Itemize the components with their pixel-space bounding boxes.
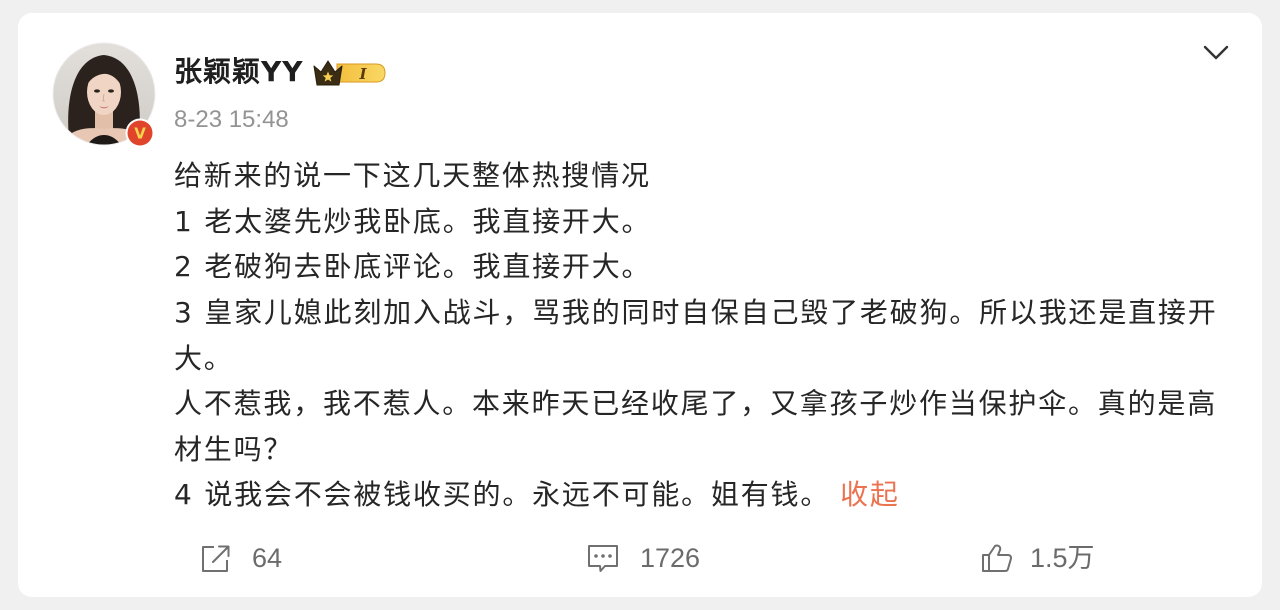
like-count: 1.5万 [1030, 543, 1095, 573]
post-paragraph: 给新来的说一下这几天整体热搜情况 [174, 159, 651, 193]
verified-badge-icon: V [125, 118, 155, 148]
chevron-down-icon[interactable] [1202, 42, 1230, 62]
post-paragraph: 3 皇家儿媳此刻加入战斗，骂我的同时自保自己毁了老破狗。所以我还是直接开大。 [174, 295, 1218, 375]
share-count: 64 [252, 543, 283, 573]
share-icon [202, 545, 230, 572]
comment-count: 1726 [640, 543, 701, 573]
post-paragraph: 1 老太婆先炒我卧底。我直接开大。 [174, 204, 652, 238]
verified-badge-letter: V [134, 125, 146, 143]
comment-icon [588, 545, 618, 572]
collapse-link[interactable]: 收起 [840, 478, 900, 511]
like-button[interactable]: 1.5万 [980, 540, 1095, 576]
like-icon [982, 544, 1013, 572]
author-name[interactable]: 张颖颖YY [174, 52, 304, 92]
post-paragraph: 2 老破狗去卧底评论。我直接开大。 [174, 250, 652, 284]
post-paragraph-text: 4 说我会不会被钱收买的。永远不可能。姐有钱。 [174, 478, 831, 512]
member-badge-level: I [358, 65, 367, 83]
post-paragraph: 人不惹我，我不惹人。本来昨天已经收尾了，又拿孩子炒作当保护伞。真的是高材生吗？ [174, 387, 1218, 466]
share-button[interactable]: 64 [199, 540, 282, 576]
post-body: 给新来的说一下这几天整体热搜情况 1 老太婆先炒我卧底。我直接开大。 2 老破狗… [174, 153, 1232, 518]
member-badge[interactable]: I [311, 57, 387, 89]
comment-button[interactable]: 1726 [586, 540, 700, 576]
post-card: V 张颖颖YY I 8-23 15:48 给新来的说一下这几天整体热搜情况 1 … [18, 13, 1262, 597]
post-timestamp[interactable]: 8-23 15:48 [174, 104, 289, 136]
page: { "colors": { "background": "#f0f0f0", "… [0, 0, 1280, 610]
post-paragraph-last: 4 说我会不会被钱收买的。永远不可能。姐有钱。 收起 [174, 472, 1232, 518]
